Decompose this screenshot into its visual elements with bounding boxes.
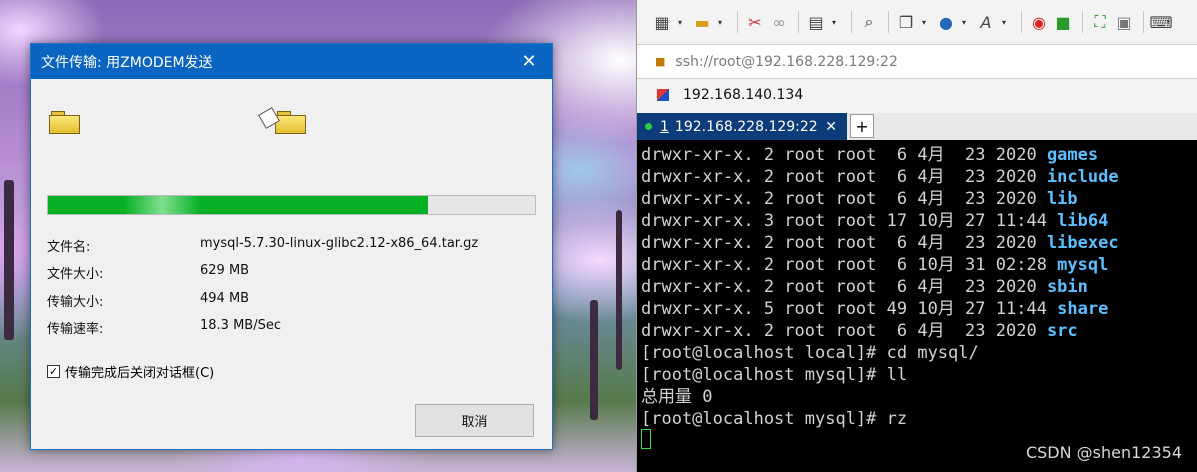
transferred-value: 494 MB	[200, 291, 250, 306]
copy-icon[interactable]: ❐	[895, 11, 917, 33]
source-folder-icon	[49, 111, 80, 134]
destination-folder-icon	[275, 111, 306, 134]
progress-fill	[48, 196, 428, 214]
terminal-line: [root@localhost mysql]# ll	[641, 364, 907, 386]
chevron-down-icon[interactable]: ▾	[675, 11, 685, 33]
add-tab-button[interactable]: +	[850, 114, 874, 138]
directory-name: lib	[1046, 189, 1078, 209]
filesize-label: 文件大小:	[47, 267, 104, 282]
terminal-line-text: drwxr-xr-x. 2 root root 6 4月 23 2020	[641, 167, 1047, 187]
rate-value: 18.3 MB/Sec	[200, 318, 281, 333]
terminal-line-text: [root@localhost mysql]# ll	[641, 365, 908, 385]
filename-value: mysql-5.7.30-linux-glibc2.12-x86_64.tar.…	[200, 236, 479, 251]
open-folder-icon[interactable]: ▬	[691, 11, 713, 33]
terminal-line: drwxr-xr-x. 2 root root 6 4月 23 2020 lib	[641, 188, 1078, 210]
close-icon[interactable]: ✕	[825, 119, 837, 135]
terminal-line-text: 总用量 0	[641, 387, 713, 407]
tab-number: 1	[660, 118, 669, 135]
tab-session-1[interactable]: 1 192.168.228.129:22 ✕	[637, 113, 847, 140]
globe-icon[interactable]: ●	[935, 11, 957, 33]
address-bar[interactable]: ■ ssh://root@192.168.228.129:22	[637, 44, 1197, 79]
terminal-line-text: drwxr-xr-x. 2 root root 6 4月 23 2020	[641, 233, 1047, 253]
terminal-output[interactable]: drwxr-xr-x. 2 root root 6 4月 23 2020 gam…	[637, 140, 1197, 472]
chevron-down-icon[interactable]: ▾	[999, 11, 1009, 33]
directory-name: sbin	[1046, 277, 1088, 297]
disconnect-icon[interactable]: ✂	[744, 11, 766, 33]
find-icon[interactable]: ⌕	[858, 11, 880, 33]
terminal-line: [root@localhost local]# cd mysql/	[641, 342, 979, 364]
directory-name: include	[1046, 167, 1119, 187]
terminal-line: drwxr-xr-x. 2 root root 6 4月 23 2020 src	[641, 320, 1078, 342]
transferred-label: 传输大小:	[47, 295, 104, 310]
terminal-line-text: drwxr-xr-x. 2 root root 6 4月 23 2020	[641, 189, 1047, 209]
terminal-line: [root@localhost mysql]# rz	[641, 408, 907, 430]
close-on-complete-checkbox[interactable]: ✓ 传输完成后关闭对话框(C)	[47, 362, 214, 381]
transfer-progress-bar	[47, 195, 536, 215]
terminal-line-text: drwxr-xr-x. 5 root root 49 10月 27 11:44	[641, 299, 1058, 319]
terminal-cursor	[641, 429, 651, 449]
filename-label: 文件名:	[47, 240, 91, 255]
terminal-line: drwxr-xr-x. 2 root root 6 4月 23 2020 lib…	[641, 232, 1119, 254]
directory-name: mysql	[1057, 255, 1109, 275]
terminal-line-text: drwxr-xr-x. 2 root root 6 10月 31 02:28	[641, 255, 1058, 275]
terminal-line-text: [root@localhost mysql]# rz	[641, 409, 908, 429]
font-icon[interactable]: A	[975, 11, 997, 33]
directory-name: libexec	[1046, 233, 1119, 253]
bookmark-host[interactable]: 192.168.140.134	[683, 87, 803, 103]
terminal-line-text: drwxr-xr-x. 2 root root 6 4月 23 2020	[641, 145, 1047, 165]
terminal-line-text: drwxr-xr-x. 2 root root 6 4月 23 2020	[641, 277, 1047, 297]
new-session-icon[interactable]: ▦	[651, 11, 673, 33]
chevron-down-icon[interactable]: ▾	[715, 11, 725, 33]
terminal-line-text: [root@localhost local]# cd mysql/	[641, 343, 979, 363]
checkbox-label: 传输完成后关闭对话框(C)	[65, 366, 215, 381]
terminal-line: drwxr-xr-x. 3 root root 17 10月 27 11:44 …	[641, 210, 1108, 232]
directory-name: games	[1046, 145, 1099, 165]
tab-label: 192.168.228.129:22	[674, 118, 818, 135]
terminal-line: drwxr-xr-x. 2 root root 6 4月 23 2020 gam…	[641, 144, 1098, 166]
cancel-button[interactable]: 取消	[415, 404, 534, 437]
lock-icon: ■	[655, 55, 666, 68]
directory-name: lib64	[1057, 211, 1109, 231]
bookmark-flag-icon	[657, 89, 669, 101]
keyboard-icon[interactable]: ⌨	[1149, 11, 1172, 33]
xftp-icon[interactable]: ◉	[1028, 11, 1050, 33]
file-transfer-dialog: 文件传输: 用ZMODEM发送 ✕ 文件名: mysql-5.7.30-linu…	[30, 43, 553, 450]
watermark: CSDN @shen12354	[1025, 443, 1182, 462]
terminal-line: 总用量 0	[641, 386, 712, 408]
terminal-line-text: drwxr-xr-x. 3 root root 17 10月 27 11:44	[641, 211, 1058, 231]
close-icon[interactable]: ✕	[506, 44, 552, 79]
connected-status-icon	[645, 123, 652, 130]
terminal-line: drwxr-xr-x. 2 root root 6 4月 23 2020 inc…	[641, 166, 1119, 188]
address-url[interactable]: ssh://root@192.168.228.129:22	[675, 54, 897, 70]
chevron-down-icon[interactable]: ▾	[959, 11, 969, 33]
terminal-line: drwxr-xr-x. 2 root root 6 10月 31 02:28 m…	[641, 254, 1108, 276]
bookmark-bar: 192.168.140.134	[637, 79, 1197, 111]
checkbox-box[interactable]: ✓	[47, 365, 60, 378]
directory-name: src	[1046, 321, 1078, 341]
xshell-window: ▦ ▾ ▬ ▾ ✂ ∞ ▤ ▾ ⌕ ❐ ▾ ● ▾ A ▾ ◉ ■ ⛶ ▣ ⌨ ■ ssh:…	[636, 0, 1197, 472]
terminal-line: drwxr-xr-x. 2 root root 6 4月 23 2020 sbi…	[641, 276, 1088, 298]
dialog-titlebar[interactable]: 文件传输: 用ZMODEM发送 ✕	[31, 44, 552, 79]
fullscreen-icon[interactable]: ⛶	[1089, 11, 1111, 33]
properties-icon[interactable]: ▤	[805, 11, 827, 33]
chevron-down-icon[interactable]: ▾	[829, 11, 839, 33]
directory-name: share	[1057, 299, 1109, 319]
xshell-icon[interactable]: ■	[1052, 11, 1074, 33]
rate-label: 传输速率:	[47, 322, 104, 337]
lock-icon[interactable]: ▣	[1113, 11, 1135, 33]
filesize-value: 629 MB	[200, 263, 250, 278]
session-tabs: 1 192.168.228.129:22 ✕ +	[637, 113, 1197, 140]
terminal-line-text: drwxr-xr-x. 2 root root 6 4月 23 2020	[641, 321, 1047, 341]
reconnect-icon[interactable]: ∞	[768, 11, 790, 33]
chevron-down-icon[interactable]: ▾	[919, 11, 929, 33]
dialog-title: 文件传输: 用ZMODEM发送	[41, 54, 213, 71]
terminal-line: drwxr-xr-x. 5 root root 49 10月 27 11:44 …	[641, 298, 1108, 320]
toolbar: ▦ ▾ ▬ ▾ ✂ ∞ ▤ ▾ ⌕ ❐ ▾ ● ▾ A ▾ ◉ ■ ⛶ ▣ ⌨	[637, 0, 1197, 44]
